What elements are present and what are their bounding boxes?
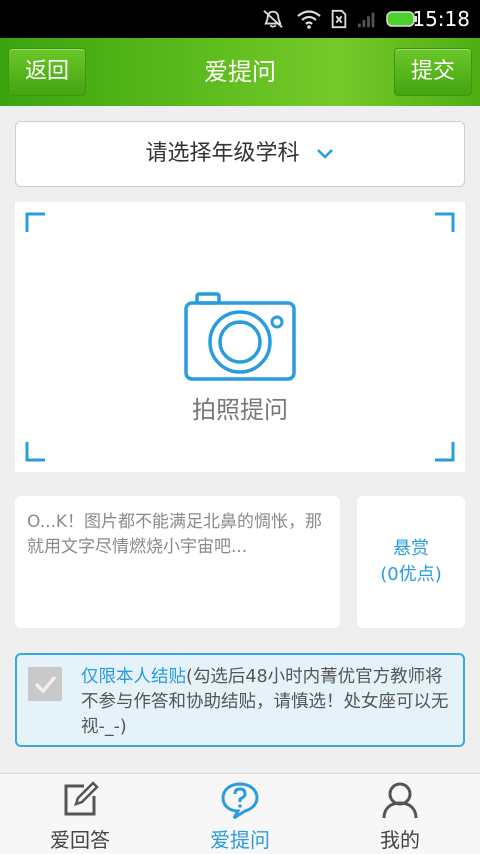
mute-icon — [263, 10, 283, 28]
grade-subject-select[interactable]: 请选择年级学科 — [15, 121, 465, 187]
frame-corner-icon — [25, 442, 45, 462]
nav-label-ask: 爱提问 — [210, 828, 270, 852]
nav-item-answer[interactable]: 爱回答 — [0, 774, 160, 854]
check-icon — [34, 675, 57, 694]
nav-item-ask[interactable]: 爱提问 — [160, 774, 320, 854]
reward-button[interactable]: 悬赏 (0优点) — [357, 496, 465, 628]
private-notice-text: 仅限本人结贴(勾选后48小时内菁优官方教师将不参与作答和协助结贴，请慎选！处女座… — [81, 665, 457, 740]
private-resolve-option: 仅限本人结贴(勾选后48小时内菁优官方教师将不参与作答和协助结贴，请慎选！处女座… — [15, 653, 465, 747]
frame-corner-icon — [435, 212, 455, 232]
status-bar: 15:18 — [0, 0, 480, 38]
back-button[interactable]: 返回 — [8, 48, 86, 96]
camera-icon — [184, 292, 296, 381]
status-time: 15:18 — [412, 7, 470, 31]
reward-label: 悬赏 — [393, 538, 429, 559]
signal-icon — [358, 12, 375, 28]
frame-corner-icon — [25, 212, 45, 232]
chevron-down-icon — [316, 148, 333, 159]
nav-item-mine[interactable]: 我的 — [320, 774, 480, 854]
reward-points: (0优点) — [380, 564, 442, 585]
question-placeholder: O...K！图片都不能满足北鼻的惆怅，那就用文字尽情燃烧小宇宙吧... — [27, 512, 323, 557]
frame-corner-icon — [435, 442, 455, 462]
nav-label-mine: 我的 — [380, 828, 420, 852]
grade-select-label: 请选择年级学科 — [145, 141, 300, 166]
header: 爱提问 返回 提交 — [0, 38, 480, 106]
question-input[interactable]: O...K！图片都不能满足北鼻的惆怅，那就用文字尽情燃烧小宇宙吧... — [15, 496, 340, 628]
photo-label: 拍照提问 — [192, 396, 288, 424]
submit-button[interactable]: 提交 — [394, 48, 472, 96]
user-icon — [382, 782, 418, 819]
private-checkbox[interactable] — [28, 667, 62, 701]
nav-label-answer: 爱回答 — [50, 828, 110, 852]
photo-capture-area[interactable]: 拍照提问 — [15, 202, 465, 472]
question-bubble-icon — [221, 782, 259, 820]
sim-icon — [331, 9, 347, 29]
wifi-icon — [297, 10, 321, 29]
bottom-nav: 爱回答 爱提问 我的 — [0, 773, 480, 854]
private-notice-highlight: 仅限本人结贴 — [81, 667, 186, 687]
edit-icon — [64, 781, 99, 816]
